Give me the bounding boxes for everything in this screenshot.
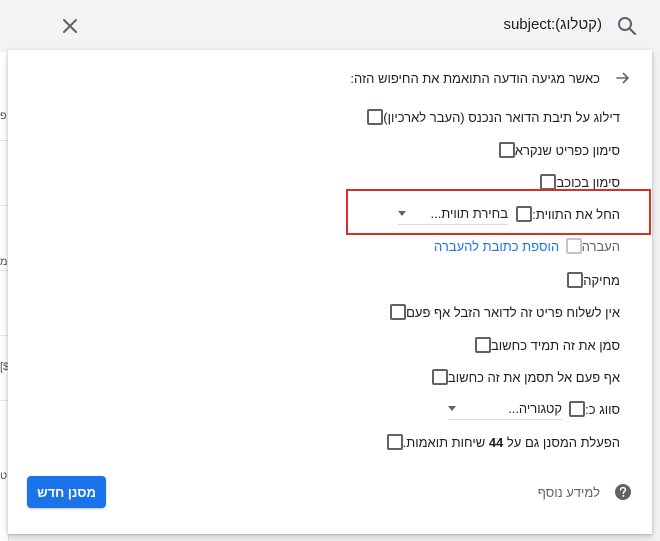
checkbox[interactable]: [386, 434, 403, 450]
option-label: מחיקה: [583, 272, 620, 288]
list-divider: [0, 205, 8, 206]
option-label-prefix: הפעלת המסנן גם על: [506, 434, 620, 450]
option-categorize[interactable]: סווג כ:: [569, 397, 632, 421]
list-item-fragment: ט: [0, 470, 8, 482]
label-select-value: בחירת תווית...: [430, 206, 508, 221]
option-apply-to-matching[interactable]: הפעלת המסנן גם על 44 שיחות תואמות.: [386, 430, 632, 454]
create-filter-button[interactable]: מסנן חדש: [27, 476, 106, 508]
option-label-suffix: שיחות תואמות.: [402, 434, 486, 450]
chevron-down-icon: [448, 406, 456, 411]
option-never-important[interactable]: אף פעם אל תסמן את זה כחשוב: [431, 365, 632, 389]
chevron-down-icon: [398, 211, 406, 216]
option-label: הפעלת המסנן גם על 44 שיחות תואמות.: [403, 435, 620, 450]
checkbox[interactable]: [565, 238, 582, 254]
option-always-important[interactable]: סמן את זה תמיד כחשוב: [475, 333, 632, 357]
option-star[interactable]: סימון בכוכב: [540, 170, 632, 194]
option-skip-inbox[interactable]: דילוג על תיבת הדואר הנכנס (העבר לארכיון): [367, 105, 632, 129]
search-bar: subject:(קטלוג): [0, 0, 660, 52]
list-divider: [0, 140, 8, 141]
option-label: אין לשלוח פריט זה לדואר הזבל אף פעם: [406, 304, 620, 320]
option-label: אף פעם אל תסמן את זה כחשוב: [447, 369, 620, 385]
option-label: דילוג על תיבת הדואר הנכנס (העבר לארכיון): [383, 109, 620, 125]
learn-more-link[interactable]: למידע נוסף: [538, 485, 600, 500]
checkbox[interactable]: [431, 369, 448, 385]
close-icon[interactable]: [57, 13, 83, 39]
list-divider: [0, 270, 8, 271]
option-label: סימון כפריט שנקרא: [514, 142, 620, 158]
list-divider: [0, 400, 8, 401]
create-filter-panel: כאשר מגיעה הודעה התואמת את החיפוש הזה: ד…: [8, 50, 652, 534]
search-input[interactable]: subject:(קטלוג): [503, 16, 602, 33]
checkbox[interactable]: [516, 206, 533, 222]
checkbox[interactable]: [540, 174, 557, 190]
checkbox[interactable]: [390, 304, 407, 320]
checkbox[interactable]: [498, 142, 515, 158]
option-label: סימון בכוכב: [556, 174, 620, 190]
option-label: סמן את זה תמיד כחשוב: [491, 337, 620, 353]
option-mark-read[interactable]: סימון כפריט שנקרא: [498, 138, 632, 162]
option-label: החל את התווית:: [532, 206, 620, 222]
matching-count: 44: [488, 434, 504, 450]
filter-header-label: כאשר מגיעה הודעה התואמת את החיפוש הזה:: [350, 70, 600, 86]
option-label: סווג כ:: [585, 401, 620, 417]
option-forward[interactable]: העברה: [565, 234, 632, 258]
checkbox[interactable]: [569, 401, 586, 417]
category-select-value: קטגוריה...: [508, 401, 562, 416]
list-item-fragment: פ: [0, 110, 7, 122]
category-select[interactable]: קטגוריה...: [448, 399, 562, 420]
help-icon[interactable]: [614, 483, 632, 501]
option-label: העברה: [581, 238, 620, 254]
list-divider: [0, 335, 8, 336]
checkbox[interactable]: [475, 337, 491, 353]
list-item-fragment: מ: [0, 256, 8, 268]
label-select[interactable]: בחירת תווית...: [398, 204, 508, 225]
option-never-spam[interactable]: אין לשלוח פריט זה לדואר הזבל אף פעם: [390, 300, 632, 324]
option-delete[interactable]: מחיקה: [567, 268, 632, 292]
list-item-fragment: [$: [0, 361, 8, 373]
arrow-right-icon: [614, 69, 632, 87]
add-forwarding-address-link[interactable]: הוספת כתובת להעברה: [434, 239, 559, 254]
checkbox[interactable]: [567, 272, 584, 288]
search-icon[interactable]: [616, 15, 638, 37]
option-apply-label[interactable]: החל את התווית:: [516, 202, 632, 226]
checkbox[interactable]: [367, 109, 384, 125]
filter-actions-header: כאשר מגיעה הודעה התואמת את החיפוש הזה:: [350, 66, 632, 90]
